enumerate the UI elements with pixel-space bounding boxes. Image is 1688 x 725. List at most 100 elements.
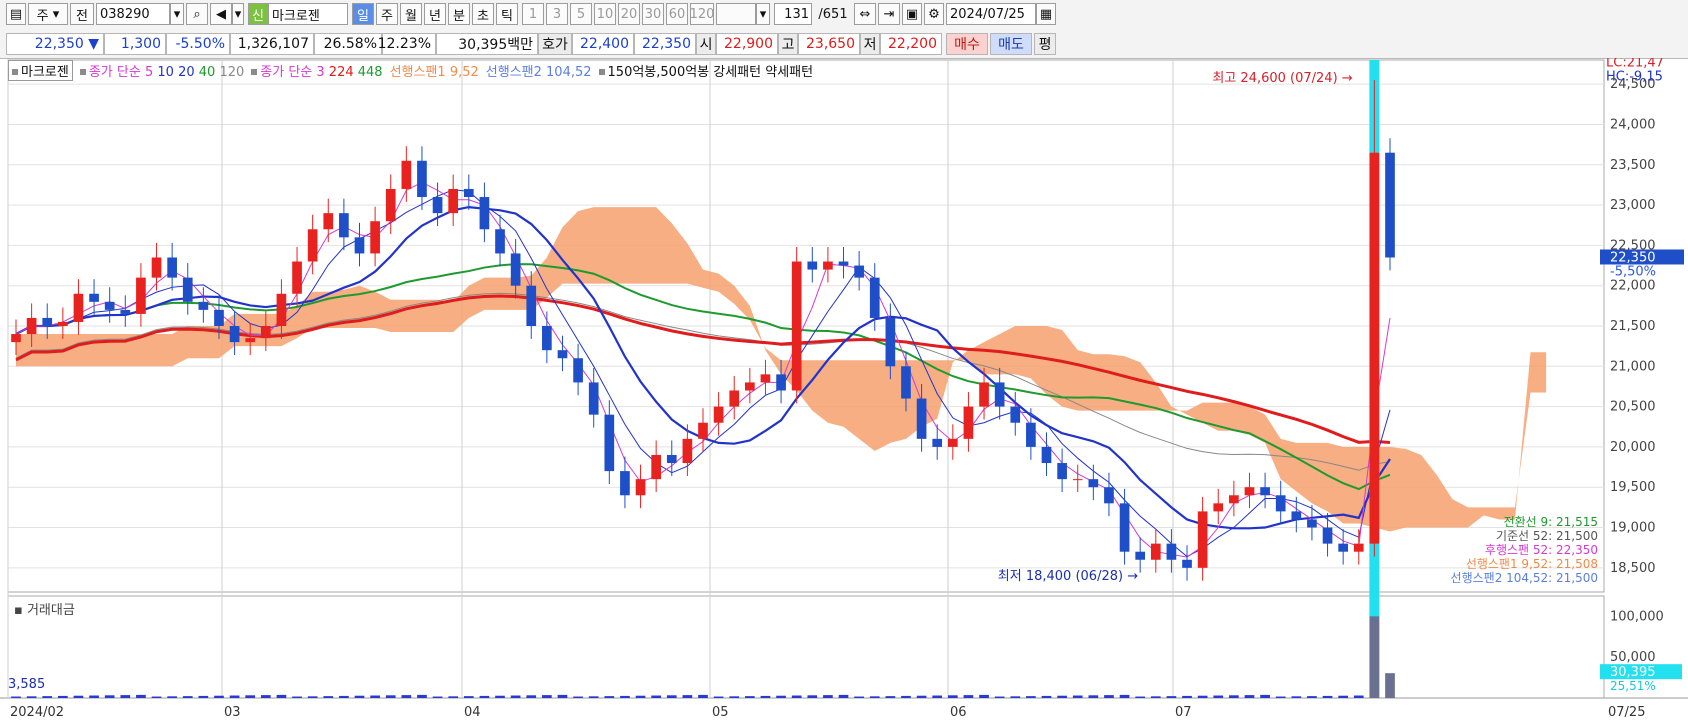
volume-bar [1166, 696, 1177, 698]
volume-bar [1322, 695, 1333, 698]
volume-bar [1275, 696, 1286, 698]
speaker-icon[interactable]: ◀ [210, 3, 232, 25]
volume-bar [1229, 695, 1239, 698]
candle-body [1229, 495, 1239, 504]
volume-bar [1213, 695, 1224, 698]
price-chart[interactable]: 18,500 19,000 19,500 20,000 20,500 21,000 21,5… [0, 58, 1688, 725]
chevron-down-icon[interactable]: ▾ [232, 3, 244, 25]
tick-1[interactable]: 1 [522, 3, 544, 25]
volume-bar [542, 695, 552, 698]
legend-pattern[interactable]: 150억봉,500억봉 강세패턴 약세패턴 [598, 61, 813, 80]
search-icon[interactable]: ⌕ [186, 3, 208, 25]
volume-bar [370, 695, 380, 698]
volume-bar [323, 696, 334, 698]
prev-button[interactable]: 전 [70, 3, 94, 25]
candle-body [104, 301, 115, 310]
legend-stock[interactable]: 마크로젠 [8, 59, 73, 81]
volume-bar [260, 695, 271, 698]
candle-body [495, 229, 505, 254]
period-week[interactable]: 주 [376, 3, 398, 25]
volume-bar [1353, 695, 1364, 698]
indicator-readout: 기준선 52: 21,500 [1496, 529, 1598, 543]
calendar-icon[interactable]: ▦ [1036, 3, 1056, 25]
period-day[interactable]: 일 [352, 3, 374, 25]
period-second[interactable]: 초 [472, 3, 494, 25]
volume-bar [1041, 695, 1052, 698]
volume-bar [136, 694, 146, 698]
period-label: 주 [36, 8, 49, 24]
candle-body [776, 374, 786, 391]
legend-span1[interactable]: 선행스팬1 9,52 [390, 61, 479, 80]
volume-bar [214, 695, 224, 698]
custom-period[interactable] [716, 3, 756, 25]
period-month[interactable]: 월 [400, 3, 422, 25]
volume-bar [198, 695, 209, 698]
volume-bar [666, 695, 677, 698]
volume-bar [495, 695, 505, 698]
candle-body [182, 277, 193, 302]
candle-body [198, 301, 209, 310]
y-tick-label: 24,000 [1610, 117, 1656, 132]
volume-bar [385, 695, 396, 698]
chevron-down-icon[interactable]: ▾ [756, 3, 770, 25]
tick-30[interactable]: 30 [642, 3, 664, 25]
candle-body [1182, 559, 1192, 568]
legend-span2[interactable]: 선행스팬2 104,52 [486, 61, 592, 80]
save-icon[interactable]: ▣ [902, 3, 922, 25]
code-input[interactable]: 038290 [96, 3, 170, 25]
candle-body [869, 277, 880, 318]
scroll-icon[interactable]: ⇥ [878, 3, 900, 25]
tick-20[interactable]: 20 [618, 3, 640, 25]
period-year[interactable]: 년 [424, 3, 446, 25]
volume-bar [1291, 696, 1302, 698]
candle-body [604, 414, 615, 472]
period-minute[interactable]: 분 [448, 3, 470, 25]
volume-bar [1119, 694, 1130, 698]
chevron-down-icon[interactable]: ▾ [170, 3, 184, 25]
eval-button[interactable]: 평 [1034, 33, 1056, 55]
candle-body [557, 350, 568, 359]
tick-5[interactable]: 5 [570, 3, 592, 25]
y-tick-label: 21,000 [1610, 359, 1656, 374]
tick-120[interactable]: 120 [690, 3, 714, 25]
volume-bar [776, 695, 786, 698]
candle-body [713, 406, 724, 423]
volume-bar [1197, 695, 1208, 698]
x-tick-label: 03 [224, 705, 241, 720]
layout-icon[interactable]: ▤ [6, 3, 26, 25]
volume-bar [526, 695, 537, 698]
candle-body [682, 438, 693, 464]
volume-bar [557, 694, 568, 698]
period-select[interactable]: 주 ▾ [28, 3, 68, 25]
legend-ma-group1[interactable]: 종가 단순 5 10 20 40 120 [79, 61, 244, 80]
volume-bar [89, 695, 99, 698]
tick-60[interactable]: 60 [666, 3, 688, 25]
zoom-icon[interactable]: ⇔ [854, 3, 876, 25]
stock-name[interactable]: 마크로젠 [268, 3, 348, 25]
candle-body [385, 188, 396, 222]
indicator-readout: 선행스팬2 104,52: 21,500 [1451, 570, 1598, 585]
period-tick[interactable]: 틱 [496, 3, 518, 25]
candle-body [1338, 543, 1348, 552]
gear-icon[interactable]: ⚙ [924, 3, 944, 25]
sell-button[interactable]: 매도 [990, 33, 1032, 55]
candle-body [760, 374, 771, 383]
tick-10[interactable]: 10 [594, 3, 616, 25]
toolbar: ▤ 주 ▾ 전 038290 ▾ ⌕ ◀ ▾ 신 마크로젠 일 주 월 년 분 … [0, 0, 1688, 31]
x-tick-label: 07 [1175, 705, 1192, 720]
volume-bar [510, 695, 521, 698]
volume-bar [463, 696, 474, 698]
volume-bar [947, 695, 958, 698]
count-input[interactable]: 131 [774, 3, 812, 25]
buy-button[interactable]: 매수 [946, 33, 988, 55]
date-input[interactable]: 2024/07/25 [946, 3, 1036, 25]
legend-ma-group2[interactable]: 종가 단순 3 224 448 [251, 61, 383, 80]
volume-bar [479, 695, 490, 698]
candle-body [573, 358, 583, 383]
tick-3[interactable]: 3 [546, 3, 568, 25]
volume-tick-label: 100,000 [1610, 609, 1664, 624]
volume-bar [994, 696, 1005, 698]
candle-body [432, 197, 443, 214]
low-annotation: 최저 18,400 (06/28) → [998, 569, 1138, 584]
x-tick-label: 07/25 [1608, 705, 1645, 720]
